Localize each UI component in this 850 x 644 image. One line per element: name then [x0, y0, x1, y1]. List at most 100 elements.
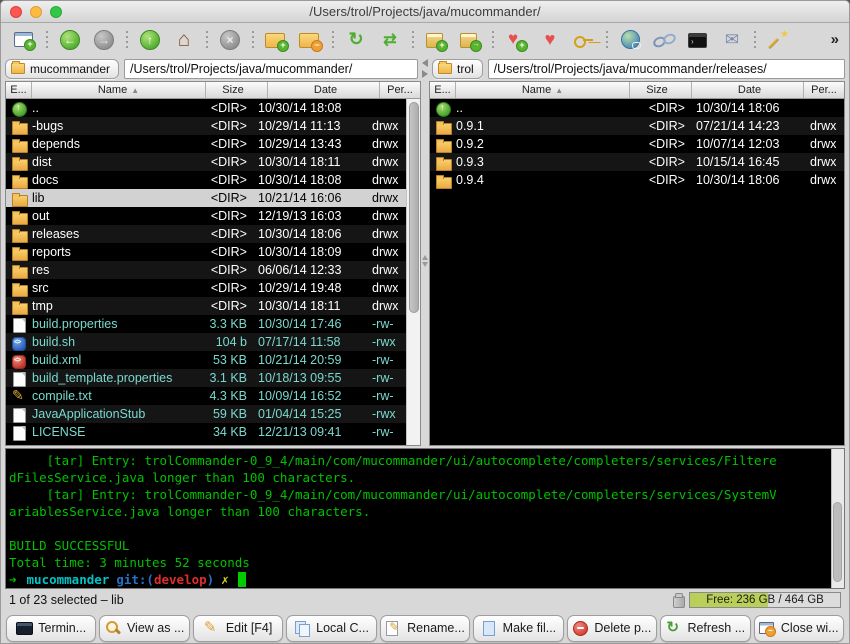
window-title: /Users/trol/Projects/java/mucommander/: [1, 4, 849, 19]
separator-icon[interactable]: [492, 31, 494, 49]
bookmarks-icon[interactable]: [537, 28, 563, 52]
home-icon[interactable]: [171, 28, 197, 52]
reports[interactable]: reports <DIR> 10/30/14 18:09 drwx: [6, 243, 406, 261]
terminal-scrollbar[interactable]: [831, 449, 844, 588]
-bugs[interactable]: -bugs <DIR> 10/29/14 11:13 drwx: [6, 117, 406, 135]
folder-icon: [11, 119, 27, 134]
build.sh[interactable]: build.sh 104 b 07/17/14 11:58 -rwx: [6, 333, 406, 351]
column-name[interactable]: Name ▲: [456, 82, 630, 98]
panel-splitter[interactable]: [421, 255, 429, 269]
left-location-field[interactable]: [124, 59, 418, 79]
build_template.properties[interactable]: build_template.properties 3.1 KB 10/18/1…: [6, 369, 406, 387]
view-button[interactable]: View as ...: [99, 615, 189, 642]
JavaApplicationStub[interactable]: JavaApplicationStub 59 KB 01/04/14 15:25…: [6, 405, 406, 423]
file-name: 0.9.1: [456, 119, 630, 133]
swap-panels-icon[interactable]: [377, 28, 403, 52]
separator-icon[interactable]: [606, 31, 608, 49]
res[interactable]: res <DIR> 06/06/14 12:33 drwx: [6, 261, 406, 279]
separator-icon[interactable]: [46, 31, 48, 49]
right-file-list: .. <DIR> 10/30/14 18:06 0.9.1 <DIR> 07/2…: [430, 99, 844, 445]
right-drive-label: trol: [457, 62, 474, 76]
0.9.1[interactable]: 0.9.1 <DIR> 07/21/14 14:23 drwx: [430, 117, 844, 135]
code-blue-icon: [11, 335, 27, 350]
depends[interactable]: depends <DIR> 10/29/14 13:43 drwx: [6, 135, 406, 153]
add-bookmark-icon[interactable]: [503, 28, 529, 52]
credentials-icon[interactable]: [571, 28, 597, 52]
column-extension[interactable]: E...: [430, 82, 456, 98]
trash-icon[interactable]: [673, 593, 684, 606]
refresh-button[interactable]: Refresh ...: [660, 615, 750, 642]
folder-icon: [435, 137, 451, 152]
right-drive-button[interactable]: trol: [432, 59, 483, 79]
stop-icon[interactable]: [217, 28, 243, 52]
panel-switch-arrows[interactable]: [421, 59, 429, 78]
server-connect-icon[interactable]: [617, 28, 643, 52]
scrollbar-thumb[interactable]: [409, 102, 419, 313]
src[interactable]: src <DIR> 10/29/14 19:48 drwx: [6, 279, 406, 297]
back-icon[interactable]: [57, 28, 83, 52]
left-drive-button[interactable]: mucommander: [5, 59, 119, 79]
terminal-output[interactable]: [tar] Entry: trolCommander-0_9_4/main/co…: [5, 448, 845, 589]
make-file-button[interactable]: Make fil...: [473, 615, 563, 642]
build.xml[interactable]: build.xml 53 KB 10/21/14 20:59 -rw-: [6, 351, 406, 369]
left-panel-scrollbar[interactable]: [406, 99, 420, 445]
column-size[interactable]: Size: [630, 82, 692, 98]
terminal-icon[interactable]: [685, 28, 711, 52]
out[interactable]: out <DIR> 12/19/13 16:03 drwx: [6, 207, 406, 225]
refresh-icon[interactable]: [343, 28, 369, 52]
separator-icon[interactable]: [252, 31, 254, 49]
new-window-icon[interactable]: [11, 28, 37, 52]
separator-icon[interactable]: [412, 31, 414, 49]
..[interactable]: .. <DIR> 10/30/14 18:08: [6, 99, 406, 117]
file-date: 01/04/14 15:25: [254, 407, 366, 421]
0.9.3[interactable]: 0.9.3 <DIR> 10/15/14 16:45 drwx: [430, 153, 844, 171]
file-size: <DIR>: [630, 173, 692, 187]
right-location-field[interactable]: [488, 59, 845, 79]
delete-button[interactable]: Delete p...: [567, 615, 657, 642]
forward-icon[interactable]: [91, 28, 117, 52]
remove-folder-icon[interactable]: [297, 28, 323, 52]
column-date[interactable]: Date: [268, 82, 380, 98]
edit-button[interactable]: Edit [F4]: [193, 615, 283, 642]
releases[interactable]: releases <DIR> 10/30/14 18:06 drwx: [6, 225, 406, 243]
separator-icon[interactable]: [126, 31, 128, 49]
docs[interactable]: docs <DIR> 10/30/14 18:08 drwx: [6, 171, 406, 189]
separator-icon[interactable]: [754, 31, 756, 49]
dist[interactable]: dist <DIR> 10/30/14 18:11 drwx: [6, 153, 406, 171]
file-permissions: drwx: [366, 173, 406, 187]
pack-icon[interactable]: [423, 28, 449, 52]
properties-icon[interactable]: [765, 28, 791, 52]
toolbar-overflow-icon[interactable]: »: [825, 31, 845, 48]
column-permissions[interactable]: Per...: [804, 82, 844, 98]
tmp[interactable]: tmp <DIR> 10/30/14 18:11 drwx: [6, 297, 406, 315]
unpack-icon[interactable]: [457, 28, 483, 52]
column-permissions[interactable]: Per...: [380, 82, 420, 98]
scrollbar-thumb[interactable]: [833, 502, 842, 583]
email-icon[interactable]: [719, 28, 745, 52]
compile.txt[interactable]: compile.txt 4.3 KB 10/09/14 16:52 -rw-: [6, 387, 406, 405]
rename-button[interactable]: Rename...: [380, 615, 470, 642]
local-copy-button[interactable]: Local C...: [286, 615, 376, 642]
close-window-button[interactable]: Close wi...: [754, 615, 844, 642]
0.9.2[interactable]: 0.9.2 <DIR> 10/07/14 12:03 drwx: [430, 135, 844, 153]
mkfile-icon: [481, 620, 497, 636]
LICENSE[interactable]: LICENSE 34 KB 12/21/13 09:41 -rw-: [6, 423, 406, 441]
new-folder-icon[interactable]: [263, 28, 289, 52]
column-size[interactable]: Size: [206, 82, 268, 98]
column-date[interactable]: Date: [692, 82, 804, 98]
0.9.4[interactable]: 0.9.4 <DIR> 10/30/14 18:06 drwx: [430, 171, 844, 189]
prompt-arrow: ➜: [9, 571, 17, 588]
separator-icon[interactable]: [332, 31, 334, 49]
separator-icon[interactable]: [206, 31, 208, 49]
file-name: build.xml: [32, 353, 192, 367]
build.properties[interactable]: build.properties 3.3 KB 10/30/14 17:46 -…: [6, 315, 406, 333]
file-name: res: [32, 263, 192, 277]
terminal-button[interactable]: Termin...: [6, 615, 96, 642]
disconnect-icon[interactable]: [651, 28, 677, 52]
..[interactable]: .. <DIR> 10/30/14 18:06: [430, 99, 844, 117]
up-icon: [11, 101, 27, 116]
up-icon[interactable]: [137, 28, 163, 52]
column-extension[interactable]: E...: [6, 82, 32, 98]
lib[interactable]: lib <DIR> 10/21/14 16:06 drwx: [6, 189, 406, 207]
column-name[interactable]: Name ▲: [32, 82, 206, 98]
